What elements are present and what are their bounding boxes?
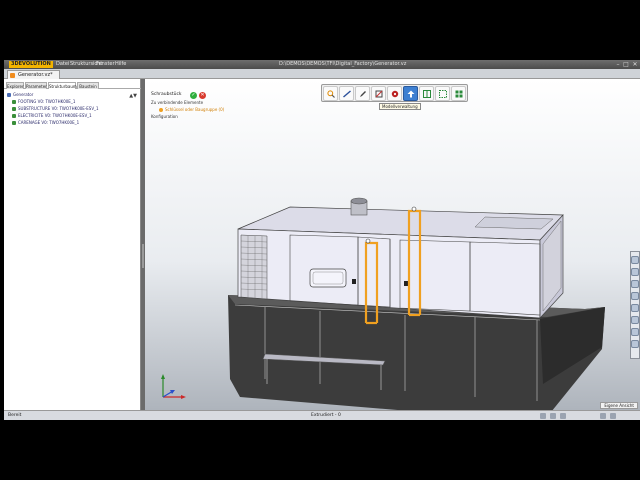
axis-triad-icon xyxy=(161,374,186,399)
property-configuration[interactable]: Konfiguration xyxy=(151,113,241,120)
window-title: D:\DEMOS\DEMOS\TFI\Digital_Factory\Gener… xyxy=(279,61,407,67)
tree-item[interactable]: ELECTRICITE V0: TWO7HK00E-ESV_1 xyxy=(12,113,92,119)
part-icon xyxy=(12,114,16,118)
panel-tabs: Explorer Parameter Strukturbaum Baustein xyxy=(4,81,141,89)
document-tab-strip: Generator.vz* xyxy=(4,69,640,79)
status-text: Bereit xyxy=(8,413,22,418)
tab-strukturbaum[interactable]: Strukturbaum xyxy=(48,82,77,89)
application-window: 3DEVOLUTION Datei Struktursicht Fenster … xyxy=(4,60,640,420)
arrow-up-icon xyxy=(407,90,415,98)
part-icon xyxy=(12,121,16,125)
named-view-selector[interactable]: Eigene Ansicht xyxy=(600,402,638,409)
roof-louvre xyxy=(474,216,554,230)
disk-icon xyxy=(391,90,399,98)
grid-icon xyxy=(455,90,463,98)
splitter-grip[interactable] xyxy=(142,244,144,268)
snap-icon[interactable] xyxy=(540,413,546,419)
app-logo[interactable]: 3DEVOLUTION xyxy=(9,61,53,68)
door-handle xyxy=(352,279,356,284)
3d-viewport[interactable]: Schraubstück ✓ ✕ Zu verbindende Elemente… xyxy=(145,79,640,410)
tree-item[interactable]: SUBSTRUCTURE V0: TWO7HK00E-ESV_1 xyxy=(12,106,99,112)
split-view-button[interactable] xyxy=(419,86,434,101)
status-operation: Extrudiert - 0 xyxy=(311,413,341,418)
control-panel-window xyxy=(309,268,347,288)
collapse-toggle-icon[interactable]: ▲▼ xyxy=(129,93,137,99)
view-side-toolbar xyxy=(630,251,640,359)
toolbar-tooltip: Modellverwaltung xyxy=(379,103,421,110)
fit-view-button[interactable] xyxy=(435,86,450,101)
property-elements-label[interactable]: Zu verbindende Elemente xyxy=(151,99,241,106)
measure-icon xyxy=(343,90,351,98)
fit-icon xyxy=(439,90,447,98)
generator-model[interactable] xyxy=(145,79,640,410)
view-rotate-icon[interactable] xyxy=(631,316,639,324)
structure-panel: Explorer Parameter Strukturbaum Baustein… xyxy=(4,79,141,410)
settings-icon[interactable] xyxy=(600,413,606,419)
edit-button[interactable] xyxy=(355,86,370,101)
tree-item[interactable]: CARENAGE V0: TWO7HK00E_1 xyxy=(12,120,79,126)
units-icon[interactable] xyxy=(560,413,566,419)
view-back-icon[interactable] xyxy=(631,304,639,312)
view-right-icon[interactable] xyxy=(631,280,639,288)
tab-baustein[interactable]: Baustein xyxy=(77,82,99,89)
property-selection[interactable]: Schlüssel oder Baugruppe (0) xyxy=(151,106,241,113)
property-box: Schraubstück ✓ ✕ Zu verbindende Elemente… xyxy=(151,91,241,120)
split-icon xyxy=(423,90,431,98)
part-icon xyxy=(12,100,16,104)
document-icon xyxy=(10,73,15,78)
view-toolbar xyxy=(321,84,468,102)
grid-view-button[interactable] xyxy=(451,86,466,101)
tree-item-generator[interactable]: Generator xyxy=(7,92,33,98)
part-icon xyxy=(12,107,16,111)
view-iso-icon[interactable] xyxy=(631,292,639,300)
document-tab[interactable]: Generator.vz* xyxy=(7,70,60,79)
cancel-button[interactable]: ✕ xyxy=(199,92,206,99)
lifting-eye xyxy=(365,238,371,244)
tree-item[interactable]: FOOTING V0: TWO7HK00E_1 xyxy=(12,99,75,105)
tab-parameter[interactable]: Parameter xyxy=(25,82,47,89)
exhaust-cap xyxy=(350,197,368,205)
assembly-icon xyxy=(7,93,11,97)
model-management-button[interactable] xyxy=(403,86,418,101)
menu-fenster[interactable]: Fenster xyxy=(96,60,115,69)
zoom-icon xyxy=(327,90,335,98)
view-front-icon[interactable] xyxy=(631,256,639,264)
view-fit-icon[interactable] xyxy=(631,340,639,348)
maximize-button[interactable]: □ xyxy=(622,61,630,68)
grid-snap-icon[interactable] xyxy=(550,413,556,419)
minimize-button[interactable]: – xyxy=(614,61,622,68)
lifting-eye xyxy=(411,206,417,212)
document-tab-label: Generator.vz* xyxy=(18,72,53,78)
close-button[interactable]: ✕ xyxy=(631,61,639,68)
status-bar: Bereit Extrudiert - 0 xyxy=(4,410,640,420)
tab-explorer[interactable]: Explorer xyxy=(6,82,24,89)
zoom-button[interactable] xyxy=(323,86,338,101)
save-view-button[interactable] xyxy=(387,86,402,101)
section-button[interactable] xyxy=(371,86,386,101)
section-icon xyxy=(375,90,383,98)
title-bar: 3DEVOLUTION Datei Struktursicht Fenster … xyxy=(4,60,640,69)
menu-datei[interactable]: Datei xyxy=(56,60,69,69)
view-top-icon[interactable] xyxy=(631,268,639,276)
menu-hilfe[interactable]: Hilfe xyxy=(115,60,126,69)
view-section-icon[interactable] xyxy=(631,328,639,336)
door-handle xyxy=(404,281,408,286)
measure-button[interactable] xyxy=(339,86,354,101)
display-mode-icon[interactable] xyxy=(610,413,616,419)
ok-button[interactable]: ✓ xyxy=(190,92,197,99)
edit-icon xyxy=(360,91,366,97)
